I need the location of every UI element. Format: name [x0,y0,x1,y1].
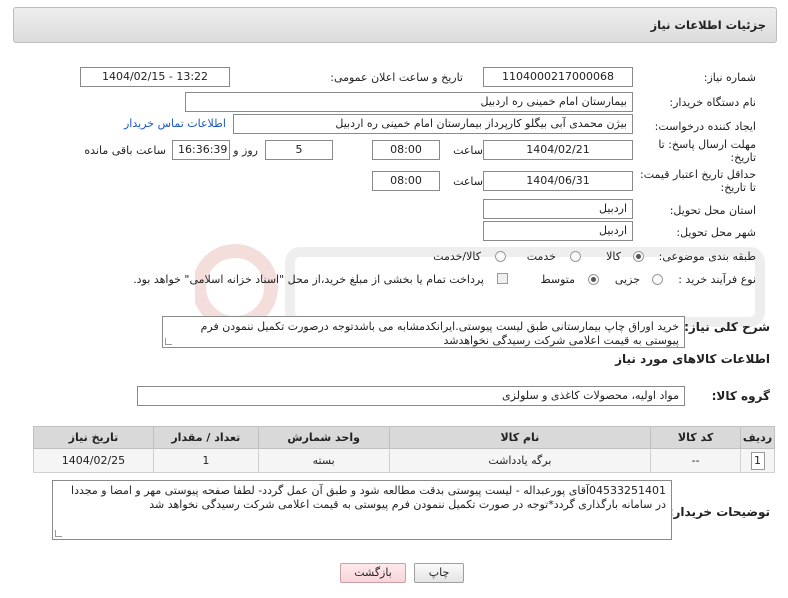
cell-qty: 1 [152,448,259,473]
description-label: شرح کلی نیاز: [684,320,770,334]
province-field[interactable]: اردبیل [483,199,633,219]
announce-date-field[interactable]: 1404/02/15 - 13:22 [80,67,230,87]
resize-handle-icon[interactable] [55,530,62,537]
process-medium-radio[interactable] [588,274,599,285]
description-textarea[interactable]: خرید اوراق چاپ بیمارستانی طبق لیست پیوست… [162,316,685,348]
validity-label: حداقل تاریخ اعتبار قیمت: [640,168,756,181]
table-header-row: ردیف کد کالا نام کالا واحد شمارش تعداد /… [33,426,775,449]
deadline-label-date: تاریخ: [730,151,756,164]
col-header-qty: تعداد / مقدار [152,426,259,449]
creator-field[interactable]: بیژن محمدی آبی بیگلو کارپرداز بیمارستان … [233,114,633,134]
col-header-name: نام کالا [388,426,652,449]
buyer-org-label: نام دستگاه خریدار: [669,96,756,109]
remaining-time-field[interactable]: 16:36:39 [172,140,230,160]
cell-date: 1404/02/25 [33,448,154,473]
cell-row-num: 1 [740,448,775,473]
deadline-hour-label: ساعت [453,144,483,157]
category-label: طبقه بندی موضوعی: [658,250,756,263]
validity-date-field[interactable]: 1404/06/31 [483,171,633,191]
deadline-label: مهلت ارسال پاسخ: تا [658,138,756,151]
back-button[interactable]: بازگشت [340,563,406,583]
cell-code: -- [650,448,742,473]
province-label: استان محل تحویل: [669,204,756,217]
details-panel-header: جزئیات اطلاعات نیاز [13,7,777,43]
validity-hour-label: ساعت [453,175,483,188]
cell-unit: بسته [257,448,390,473]
description-text: خرید اوراق چاپ بیمارستانی طبق لیست پیوست… [200,320,679,347]
process-minor-radio[interactable] [652,274,663,285]
treasury-payment-checkbox[interactable] [497,273,508,284]
goods-table: ردیف کد کالا نام کالا واحد شمارش تعداد /… [33,426,775,474]
col-header-code: کد کالا [650,426,742,449]
city-label: شهر محل تحویل: [676,226,756,239]
col-header-unit: واحد شمارش [257,426,390,449]
row-num-box: 1 [750,451,765,470]
category-goods-radio[interactable] [633,251,644,262]
need-number-field[interactable]: 1104000217000068 [483,67,633,87]
creator-label: ایجاد کننده درخواست: [654,120,756,133]
cell-name: برگه یادداشت [388,448,652,473]
category-service-label: خدمت [526,250,556,263]
table-row[interactable]: 1 -- برگه یادداشت بسته 1 1404/02/25 [33,448,775,473]
deadline-date-field[interactable]: 1404/02/21 [483,140,633,160]
days-field[interactable]: 5 [265,140,333,160]
city-field[interactable]: اردبیل [483,221,633,241]
remaining-label: ساعت باقی مانده [84,144,166,157]
buyer-notes-text: 04533251401آقای پورعبداله - لیست پیوستی … [71,484,666,511]
category-both-label: کالا/خدمت [433,250,481,263]
process-minor-label: جزیی [614,273,640,286]
buyer-org-field[interactable]: بیمارستان امام خمینی ره اردبیل [185,92,633,112]
category-service-radio[interactable] [570,251,581,262]
process-label: نوع فرآیند خرید : [678,273,756,286]
resize-handle-icon[interactable] [165,338,172,345]
deadline-time-field[interactable]: 08:00 [372,140,440,160]
category-goods-label: کالا [606,250,621,263]
validity-time-field[interactable]: 08:00 [372,171,440,191]
panel-title: جزئیات اطلاعات نیاز [650,18,766,32]
print-button[interactable]: چاپ [414,563,464,583]
goods-section-title: اطلاعات کالاهای مورد نیاز [615,352,770,366]
treasury-payment-note: پرداخت تمام یا بخشی از مبلغ خرید،از محل … [133,273,484,286]
category-both-radio[interactable] [495,251,506,262]
col-header-date: تاریخ نیاز [33,426,154,449]
col-header-row-num: ردیف [740,426,775,449]
goods-group-field[interactable]: مواد اولیه، محصولات کاغذی و سلولزی [137,386,685,406]
days-label: روز و [233,144,258,157]
buyer-notes-label: توضیحات خریدار: [668,505,770,519]
announce-date-label: تاریخ و ساعت اعلان عمومی: [330,71,463,84]
process-medium-label: متوسط [540,273,575,286]
goods-group-label: گروه کالا: [711,389,770,403]
buyer-contact-link[interactable]: اطلاعات تماس خریدار [124,117,226,130]
need-number-label: شماره نیاز: [703,71,756,84]
buyer-notes-textarea[interactable]: 04533251401آقای پورعبداله - لیست پیوستی … [52,480,672,540]
validity-label-date: تا تاریخ: [720,181,756,194]
